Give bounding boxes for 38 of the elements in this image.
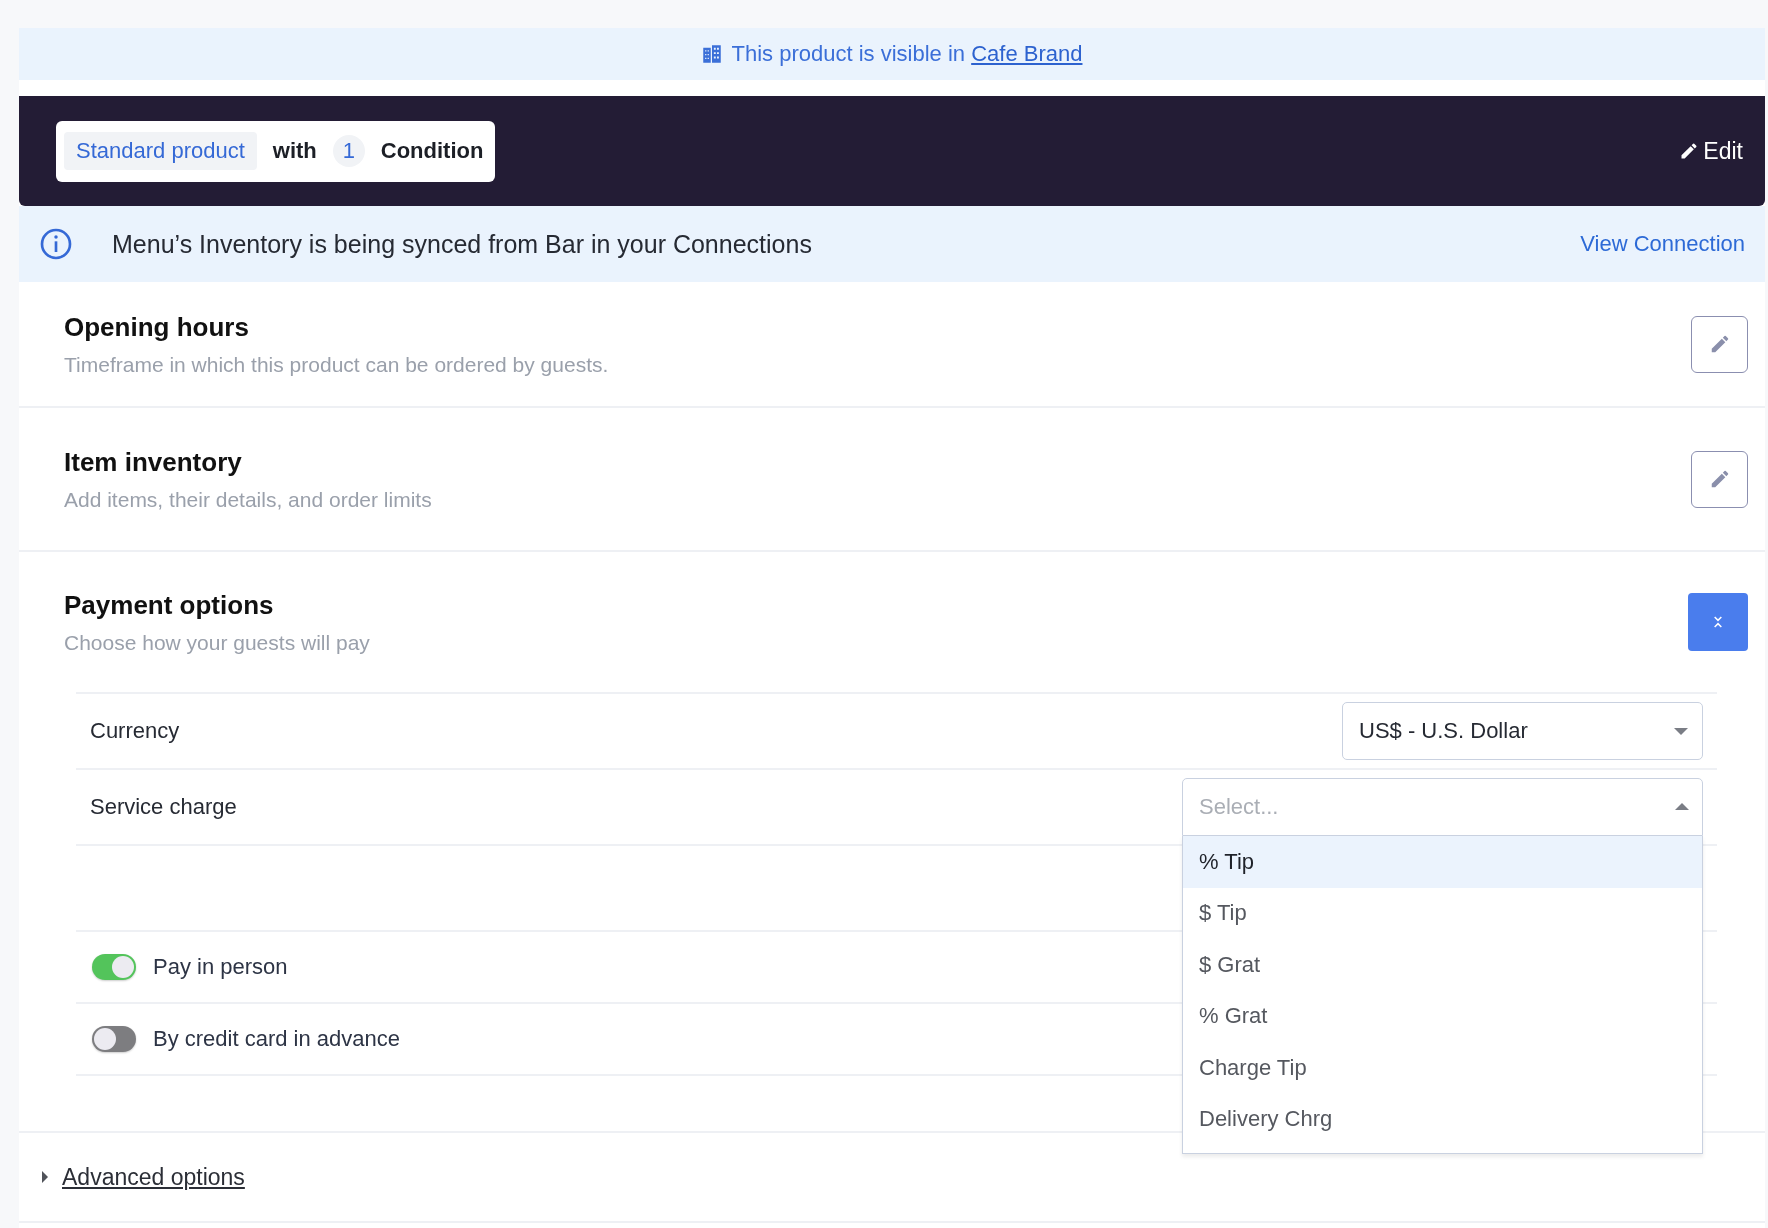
- summary-text: with: [272, 138, 317, 164]
- edit-button[interactable]: [1691, 315, 1748, 373]
- edit-button[interactable]: Edit: [1679, 137, 1743, 165]
- section-description: Timeframe in which this product can be ordered by guests.: [64, 352, 609, 377]
- collapse-icon: [1713, 615, 1723, 629]
- dropdown-option[interactable]: % Grat: [1183, 990, 1702, 1042]
- advanced-options-link[interactable]: Advanced options: [62, 1163, 245, 1191]
- dropdown-option[interactable]: $ Tip: [1183, 887, 1702, 939]
- view-connection-link[interactable]: View Connection: [1580, 231, 1745, 257]
- field-label: Currency: [90, 718, 180, 744]
- section-description: Add items, their details, and order limits: [64, 487, 432, 512]
- building-icon: [701, 44, 722, 64]
- toggle-label: By credit card in advance: [153, 1026, 401, 1052]
- field-label: Service charge: [90, 794, 237, 820]
- currency-select[interactable]: US$ - U.S. Dollar: [1342, 702, 1703, 760]
- dropdown-option[interactable]: $ Grat: [1183, 939, 1702, 991]
- sync-message: Menu’s Inventory is being synced from Bar in your Connections: [112, 229, 813, 259]
- toggle-switch[interactable]: [92, 1026, 136, 1052]
- caret-icon: [1675, 803, 1689, 810]
- info-icon: [40, 228, 72, 260]
- dropdown-option[interactable]: % Tip: [1183, 836, 1702, 888]
- visibility-message: This product is visible in Cafe Brand: [731, 41, 1083, 67]
- service-charge-select[interactable]: Select...: [1182, 778, 1703, 836]
- dropdown-option[interactable]: Delivery Chrg: [1183, 1093, 1702, 1145]
- caret-icon: [1674, 727, 1688, 735]
- toggle-switch[interactable]: [92, 954, 136, 980]
- brand-link[interactable]: Cafe Brand: [971, 41, 1083, 66]
- section-title: Item inventory: [64, 446, 243, 478]
- section-description: Choose how your guests will pay: [64, 630, 370, 655]
- toggle-label: Pay in person: [153, 954, 288, 980]
- product-type-tag: Standard product: [64, 132, 257, 170]
- section-title: Opening hours: [64, 311, 250, 343]
- disclosure-triangle-icon[interactable]: [42, 1171, 48, 1183]
- edit-button[interactable]: [1691, 450, 1748, 508]
- condition-count: 1: [332, 135, 365, 167]
- section-title: Payment options: [64, 589, 275, 621]
- dropdown-option[interactable]: Charge Tip: [1183, 1042, 1702, 1094]
- summary-text: Condition: [380, 138, 484, 164]
